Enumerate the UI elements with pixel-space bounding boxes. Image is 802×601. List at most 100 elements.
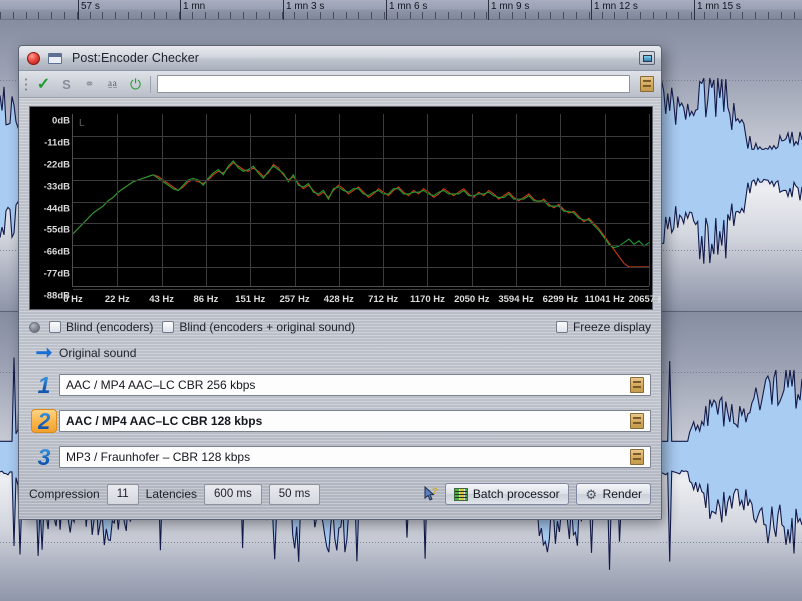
- preset-cabinet-icon[interactable]: [640, 76, 654, 92]
- checkbox-box[interactable]: [162, 321, 175, 333]
- ruler-minor-tick: [371, 12, 372, 19]
- ruler-minor-tick: [141, 12, 142, 19]
- ruler-minor-tick: [666, 12, 667, 19]
- ruler-minor-tick: [102, 12, 103, 19]
- checkbox-box[interactable]: [49, 321, 61, 333]
- help-cursor-icon[interactable]: ?: [424, 485, 438, 503]
- encoder-name-field[interactable]: MP3 / Fraunhofer – CBR 128 kbps: [59, 446, 651, 468]
- checkbox-box[interactable]: [555, 321, 568, 333]
- gridline-h: [73, 135, 649, 137]
- encoder-preset-icon[interactable]: [630, 377, 644, 393]
- latencies-label: Latencies: [145, 487, 198, 501]
- latency-input-1[interactable]: 600 ms: [204, 483, 262, 505]
- gridline-h: [73, 267, 649, 269]
- preset-name-input[interactable]: [157, 75, 630, 93]
- gridline-v: [471, 114, 473, 286]
- encoder-checker-window[interactable]: Post:Encoder Checker ✓ S ⚭ ⎂ ⏻ 0dB -11dB -…: [18, 45, 662, 520]
- ruler-minor-tick: [0, 12, 1, 19]
- ruler-minor-tick: [422, 12, 423, 19]
- y-tick-label: -11dB: [44, 137, 70, 149]
- gridline-v: [649, 114, 650, 286]
- display-icon[interactable]: [639, 51, 655, 65]
- timeline-ruler[interactable]: 57 s 1 mn 1 mn 3 s 1 mn 6 s 1 mn 9 s 1 mn 12 …: [0, 0, 802, 20]
- ruler-minor-tick: [307, 12, 308, 19]
- x-tick-label: 2050 Hz: [454, 294, 490, 305]
- encoder-number-badge[interactable]: 3: [29, 445, 59, 469]
- encoder-name-label: AAC / MP4 AAC–LC CBR 256 kbps: [66, 378, 256, 392]
- encoder-name-field[interactable]: AAC / MP4 AAC–LC CBR 256 kbps: [59, 374, 651, 396]
- ruler-minor-tick: [781, 12, 782, 19]
- y-tick-label: -44dB: [43, 203, 70, 214]
- batch-processor-button[interactable]: Batch processor: [444, 483, 569, 505]
- blind-encoders-original-label: Blind (encoders + original sound): [179, 320, 356, 334]
- ruler-minor-tick: [435, 12, 436, 19]
- x-tick-label: 6299 Hz: [542, 294, 579, 305]
- ruler-major-tick: [180, 0, 181, 20]
- power-icon[interactable]: ⏻: [127, 75, 144, 93]
- ruler-minor-tick: [230, 12, 231, 19]
- encoder-row[interactable]: 3 MP3 / Fraunhofer – CBR 128 kbps: [29, 444, 651, 470]
- ruler-minor-tick: [717, 12, 718, 19]
- ruler-minor-tick: [550, 12, 551, 19]
- window-titlebar[interactable]: Post:Encoder Checker: [19, 46, 661, 71]
- ruler-major-tick: [386, 0, 387, 20]
- x-tick-label: 11041 Hz: [584, 294, 625, 305]
- ruler-minor-tick: [205, 12, 206, 19]
- compression-value[interactable]: 11: [106, 483, 139, 505]
- validate-check-icon[interactable]: ✓: [35, 75, 52, 93]
- encoder-preset-icon[interactable]: [630, 449, 644, 465]
- encoder-list: ➞ Original sound 1 AAC / MP4 AAC–LC CBR 2…: [29, 342, 651, 470]
- freeze-display-checkbox[interactable]: Freeze display: [555, 320, 651, 334]
- link-chain-icon[interactable]: ⚭: [81, 75, 98, 93]
- ruler-major-tick: [694, 0, 695, 20]
- drag-grip-icon[interactable]: [24, 76, 29, 92]
- gridline-v: [294, 114, 296, 286]
- original-sound-row[interactable]: ➞ Original sound: [29, 342, 651, 364]
- y-tick-label: 0dB: [52, 115, 70, 127]
- x-tick-label: 0 Hz: [63, 294, 83, 305]
- latency-input-2[interactable]: 50 ms: [268, 483, 321, 505]
- encoder-name-field[interactable]: AAC / MP4 AAC–LC CBR 128 kbps: [59, 410, 651, 432]
- encoder-number-badge-selected[interactable]: 2: [31, 409, 57, 433]
- plugin-toolbar[interactable]: ✓ S ⚭ ⎂ ⏻: [19, 71, 661, 98]
- bracket-icon[interactable]: ⎂: [104, 75, 121, 93]
- x-tick-label: 43 Hz: [149, 294, 175, 305]
- spectrum-analyser[interactable]: 0dB -11dB -22dB -33dB -44dB -55dB -66dB -77dB -8…: [29, 106, 661, 310]
- encoder-row[interactable]: 2 AAC / MP4 AAC–LC CBR 128 kbps: [29, 408, 651, 434]
- blind-encoders-original-checkbox[interactable]: Blind (encoders + original sound): [162, 320, 355, 334]
- ruler-minor-tick: [448, 12, 449, 19]
- toolbar-divider: [150, 75, 151, 93]
- y-tick-label: -33dB: [43, 181, 70, 193]
- encoder-preset-icon[interactable]: [630, 413, 644, 429]
- ruler-minor-tick: [474, 12, 475, 19]
- gridline-v: [604, 114, 606, 286]
- encoder-row[interactable]: 1 AAC / MP4 AAC–LC CBR 256 kbps: [29, 372, 651, 398]
- gridline-h: [73, 179, 649, 181]
- ruler-minor-tick: [461, 12, 462, 19]
- encoder-number-badge[interactable]: 1: [29, 373, 59, 397]
- ruler-minor-tick: [563, 12, 564, 19]
- encoder-name-label: AAC / MP4 AAC–LC CBR 128 kbps: [66, 414, 263, 428]
- restore-window-icon[interactable]: [48, 52, 62, 64]
- gridline-v: [516, 114, 518, 286]
- blind-encoders-checkbox[interactable]: Blind (encoders): [49, 320, 153, 334]
- ruler-minor-tick: [269, 12, 270, 19]
- gridline-v: [161, 114, 163, 286]
- ruler-minor-tick: [653, 12, 654, 19]
- close-icon[interactable]: [27, 51, 40, 65]
- render-button[interactable]: ⚙ Render: [575, 483, 651, 505]
- y-axis-labels: 0dB -11dB -22dB -33dB -44dB -55dB -66dB -77dB -8…: [30, 114, 70, 302]
- encoder-name-label: MP3 / Fraunhofer – CBR 128 kbps: [66, 450, 251, 464]
- ruler-minor-tick: [320, 12, 321, 19]
- arrow-right-icon[interactable]: ➞: [29, 343, 59, 363]
- gridline-h: [73, 245, 649, 247]
- x-tick-label: 712 Hz: [368, 294, 399, 305]
- ruler-label: 1 mn 9 s: [491, 1, 530, 12]
- gridline-v: [205, 114, 207, 286]
- ruler-label: 57 s: [81, 1, 100, 12]
- solo-s-icon[interactable]: S: [58, 75, 75, 93]
- window-title: Post:Encoder Checker: [72, 51, 200, 65]
- ruler-minor-tick: [576, 12, 577, 19]
- x-tick-label: 257 Hz: [279, 294, 310, 305]
- x-tick-label: 22 Hz: [104, 294, 130, 305]
